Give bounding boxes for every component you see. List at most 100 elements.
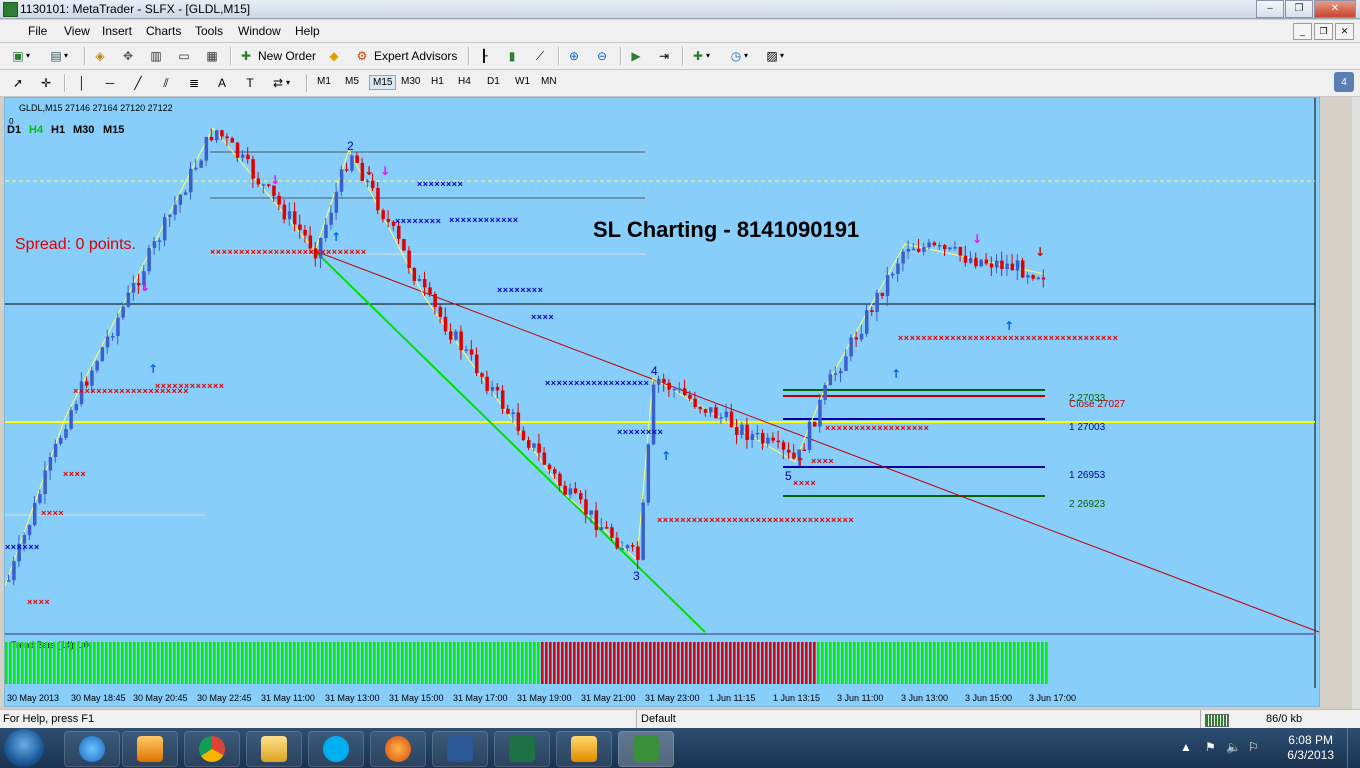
label-button[interactable]: T [242, 73, 258, 92]
taskbar-word[interactable] [432, 731, 488, 767]
strategy-tester-button[interactable]: ▦ [204, 46, 220, 65]
taskbar-explorer[interactable] [246, 731, 302, 767]
notification-button[interactable]: 4 [1334, 72, 1354, 92]
zoom-in-button[interactable]: ⊕ [566, 46, 582, 65]
tf-m1-button[interactable]: M1 [314, 75, 334, 88]
x-marker: × [715, 515, 720, 525]
data-window-button[interactable]: ▥ [148, 46, 164, 65]
x-marker: × [434, 179, 439, 189]
menu-insert[interactable]: Insert [102, 24, 132, 38]
horizontal-line-button[interactable]: ─ [102, 73, 118, 92]
trend-bar [609, 642, 612, 684]
candle-body [542, 452, 547, 465]
chart-area[interactable]: 2731127276272402720627171271362712227101… [4, 97, 1320, 707]
vertical-line-button[interactable]: │ [74, 73, 90, 92]
menu-view[interactable]: View [64, 24, 90, 38]
tray-volume-icon[interactable]: 🔈 [1226, 740, 1241, 754]
mdi-close-button[interactable]: ✕ [1335, 23, 1354, 40]
tf-m15-button[interactable]: M15 [369, 75, 397, 90]
taskbar-metatrader[interactable] [618, 731, 674, 767]
trend-bar [801, 642, 804, 684]
time-tick-label: 1 Jun 13:15 [773, 693, 820, 703]
candle-body [1005, 263, 1009, 269]
periods-button[interactable]: ◷ ▾ [728, 46, 748, 65]
x-marker: × [924, 423, 929, 433]
auto-scroll-button[interactable]: ▶ [628, 46, 644, 65]
candle-body [870, 310, 874, 312]
tf-m5-button[interactable]: M5 [342, 75, 362, 88]
terminal-button[interactable]: ▭ [176, 46, 192, 65]
x-marker: × [817, 456, 822, 466]
candle-body [121, 306, 125, 318]
market-watch-button[interactable]: ◈ [92, 46, 108, 65]
new-chart-button[interactable]: ▣ ▾ [10, 46, 30, 65]
minimize-button[interactable]: – [1256, 0, 1284, 18]
trend-bar [877, 642, 880, 684]
show-desktop-button[interactable] [1347, 728, 1360, 768]
candlestick-button[interactable]: ▮ [504, 46, 520, 65]
menu-help[interactable]: Help [295, 24, 320, 38]
tray-network-icon[interactable]: ⚑ [1205, 740, 1216, 754]
x-marker: × [580, 378, 585, 388]
tf-m30-button[interactable]: M30 [398, 75, 423, 88]
channel-button[interactable]: ⫽ [158, 73, 174, 92]
tf-mn-button[interactable]: MN [538, 75, 560, 88]
taskbar-chrome[interactable] [184, 731, 240, 767]
templates-button[interactable]: ▨ ▾ [764, 46, 784, 65]
menu-file[interactable]: File [28, 24, 47, 38]
profiles-button[interactable]: ▤ ▾ [48, 46, 68, 65]
mdi-minimize-button[interactable]: _ [1293, 23, 1312, 40]
taskbar-outlook[interactable] [556, 731, 612, 767]
taskbar-skype[interactable] [308, 731, 364, 767]
start-button[interactable] [4, 729, 44, 767]
tf-h4-button[interactable]: H4 [455, 75, 474, 88]
taskbar-ie[interactable] [64, 731, 120, 767]
trend-bar [21, 642, 24, 684]
indicators-button[interactable]: ✚ ▾ [690, 46, 710, 65]
fibo-button[interactable]: ≣ [186, 73, 202, 92]
taskbar-excel[interactable] [494, 731, 550, 767]
crosshair-button[interactable]: ✛ [38, 73, 54, 92]
x-marker: × [615, 378, 620, 388]
text-button[interactable]: A [214, 73, 230, 92]
tray-expand-icon[interactable]: ▲ [1180, 740, 1192, 754]
metaeditor-button[interactable]: ◆ [326, 46, 342, 65]
taskbar-clock[interactable]: 6:08 PM 6/3/2013 [1287, 733, 1334, 763]
maximize-button[interactable]: ❐ [1285, 0, 1313, 18]
chrome-icon [199, 736, 225, 762]
bar-chart-button[interactable]: ┠ [476, 46, 492, 65]
x-marker: × [603, 378, 608, 388]
menu-tools[interactable]: Tools [195, 24, 223, 38]
trend-bar [521, 642, 524, 684]
trend-bar [821, 642, 824, 684]
line-chart-button[interactable]: ⟋ [532, 46, 548, 65]
trend-bar [233, 642, 236, 684]
tf-h1-button[interactable]: H1 [428, 75, 447, 88]
price-chart[interactable]: 2731127276272402720627171271362712227101… [5, 98, 1319, 706]
taskbar-media-player[interactable] [122, 731, 178, 767]
menu-charts[interactable]: Charts [146, 24, 181, 38]
taskbar-firefox[interactable] [370, 731, 426, 767]
line-chart-icon: ⟋ [535, 48, 545, 63]
cursor-button[interactable]: ➚ [10, 73, 26, 92]
chart-shift-button[interactable]: ⇥ [656, 46, 672, 65]
zoom-out-button[interactable]: ⊖ [594, 46, 610, 65]
menu-window[interactable]: Window [238, 24, 281, 38]
trend-bar [701, 642, 704, 684]
x-marker: × [860, 423, 865, 433]
close-button[interactable]: ✕ [1314, 0, 1356, 18]
tray-flag-icon[interactable]: ⚐ [1248, 740, 1259, 754]
tf-d1-button[interactable]: D1 [484, 75, 503, 88]
new-order-button[interactable]: ✚ New Order [238, 46, 316, 65]
arrows-button[interactable]: ⇄ ▾ [270, 73, 290, 92]
mdi-restore-button[interactable]: ❐ [1314, 23, 1333, 40]
chart-window: 2731127276272402720627171271362712227101… [0, 97, 1360, 709]
tf-w1-button[interactable]: W1 [512, 75, 533, 88]
trend-bar [845, 642, 848, 684]
trend-bar [189, 642, 192, 684]
trendline-button[interactable]: ╱ [130, 73, 146, 92]
trend-bar [141, 642, 144, 684]
chart-scrollbar[interactable] [1352, 97, 1360, 709]
navigator-button[interactable]: ✥ [120, 46, 136, 65]
expert-advisors-button[interactable]: ⚙ Expert Advisors [354, 46, 458, 65]
